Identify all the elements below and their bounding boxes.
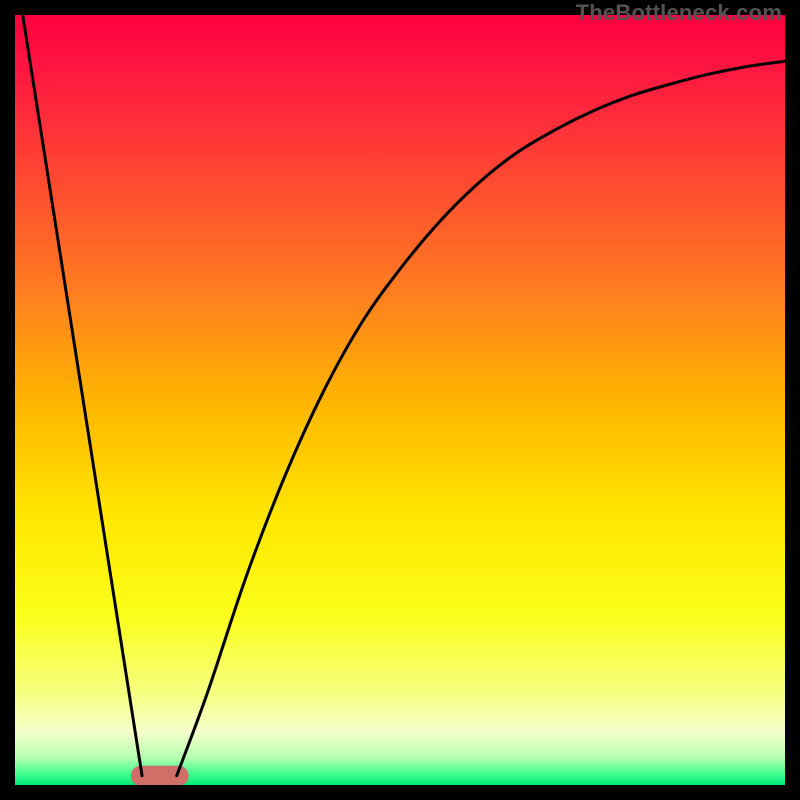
- chart-svg: [15, 15, 785, 785]
- chart-frame: [15, 15, 785, 785]
- chart-background: [15, 15, 785, 785]
- watermark-text: TheBottleneck.com: [576, 0, 782, 26]
